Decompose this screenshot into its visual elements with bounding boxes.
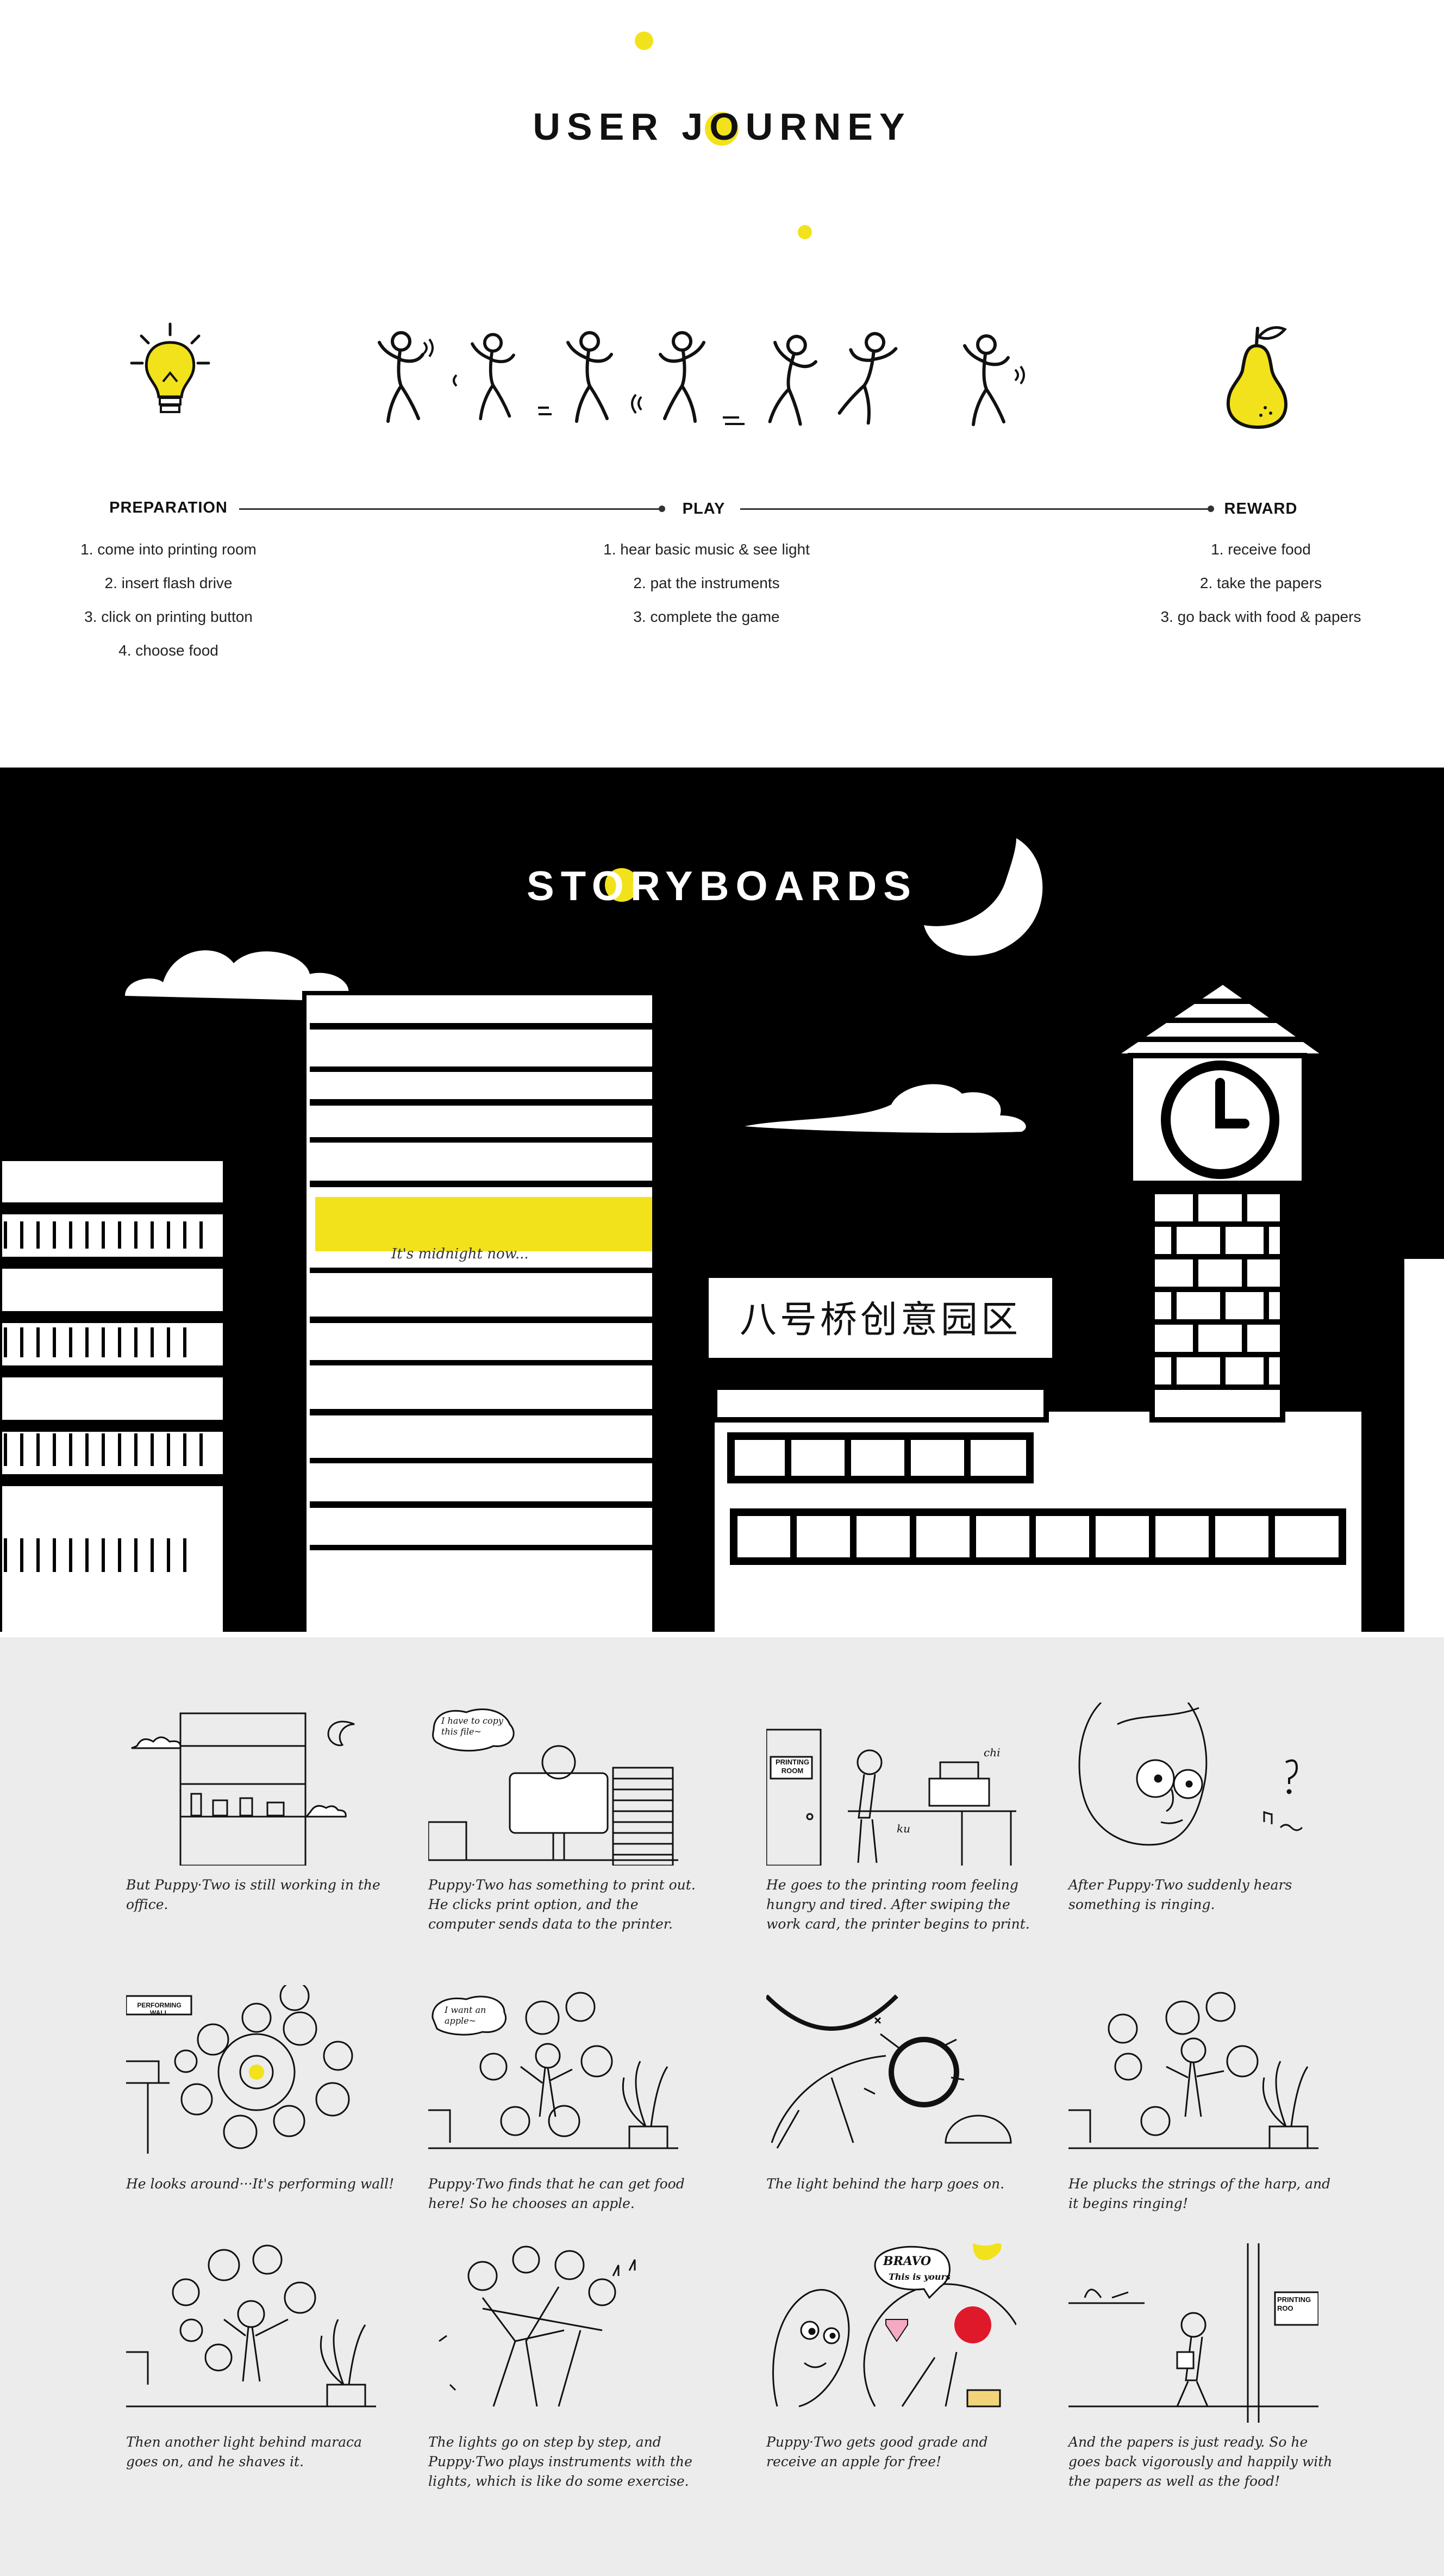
panel-illustration — [131, 1712, 355, 1866]
dancer-icon — [453, 334, 514, 419]
sound-effect: chi — [984, 1746, 1001, 1759]
prep-step: 1. come into printing room — [80, 541, 257, 558]
panel-illustration — [772, 2243, 1016, 2407]
storyboard-panel: I want an apple~ Puppy·Two finds that he… — [428, 1985, 711, 2213]
storyboard-panel: PERFORMING WALL He looks around···It's p… — [126, 1985, 409, 2194]
panel-caption: He plucks the strings of the harp, and i… — [1068, 2176, 1331, 2211]
panel-caption: And the papers is just ready. So he goes… — [1068, 2434, 1333, 2489]
sound-effect: ku — [897, 1822, 910, 1835]
lit-window — [315, 1197, 658, 1251]
timeline-line — [740, 508, 1211, 510]
storyboard-panel: I have to copy this file~ Puppy·Two has … — [428, 1702, 711, 1934]
dancer-icon — [631, 333, 704, 421]
prep-step: 2. insert flash drive — [104, 575, 233, 591]
panel-caption: He goes to the printing room feeling hun… — [766, 1877, 1030, 1932]
dancer-icon — [965, 336, 1025, 425]
door-sign: PRINTING ROOM — [775, 1758, 810, 1775]
storyboard-scene: STORYBOARDS It's midnight now... 八号桥创意园区 — [0, 768, 1444, 1637]
play-step: 2. pat the instruments — [633, 575, 780, 591]
panel-caption: After Puppy·Two suddenly hears something… — [1068, 1877, 1292, 1912]
city-skyline-illustration — [0, 838, 1444, 1637]
phase-play: PLAY — [682, 500, 726, 517]
play-step: 1. hear basic music & see light — [603, 541, 810, 558]
reward-step: 2. take the papers — [1199, 575, 1322, 591]
storyboard-panels: But Puppy·Two is still working in the of… — [0, 1637, 1444, 2576]
dancer-icon — [723, 333, 820, 427]
dancer-icon — [835, 329, 898, 426]
storyboard-panel: The light behind the harp goes on. — [766, 1985, 1049, 2194]
user-journey-section: USER JOURNEY PREPARATION PLAY REWARD 1. … — [0, 0, 1444, 768]
dancer-icon — [379, 333, 434, 421]
storyboard-panel: Then another light behind maraca goes on… — [126, 2243, 409, 2472]
panel-illustration — [1068, 1992, 1318, 2149]
panel-caption: Puppy·Two has something to print out. He… — [428, 1877, 696, 1932]
speech-bubble: BRAVO — [883, 2254, 932, 2268]
timeline-line — [239, 508, 663, 510]
accent-dot — [635, 32, 653, 50]
panel-illustration — [766, 1994, 1012, 2149]
panel-caption: Then another light behind maraca goes on… — [126, 2434, 362, 2469]
panel-caption: Puppy·Two finds that he can get food her… — [428, 2176, 685, 2211]
panel-caption: The light behind the harp goes on. — [766, 2176, 1005, 2192]
phase-reward: REWARD — [1224, 500, 1298, 517]
reward-step: 3. go back with food & papers — [1160, 608, 1361, 625]
storyboard-panel: PRINTING ROOM chi ku He goes to the prin… — [766, 1702, 1049, 1934]
play-step: 3. complete the game — [633, 608, 780, 625]
panel-caption: He looks around···It's performing wall! — [126, 2176, 395, 2192]
window-caption: It's midnight now... — [391, 1246, 529, 1262]
dancer-icon — [538, 333, 611, 421]
reward-step: 1. receive food — [1211, 541, 1311, 558]
storyboard-panel: BRAVO This is yours Puppy·Two gets good … — [766, 2243, 1049, 2472]
left-building — [0, 1148, 304, 1637]
tall-building — [302, 985, 717, 1637]
journey-title: USER JOURNEY — [533, 105, 911, 148]
panel-illustration — [439, 2246, 636, 2407]
thought-bubble: I have to copy this file~ — [441, 1716, 503, 1737]
panel-illustration — [1078, 1702, 1303, 1846]
panel-caption: But Puppy·Two is still working in the of… — [126, 1877, 380, 1912]
prep-step: 4. choose food — [118, 642, 218, 659]
panel-illustration — [766, 1729, 1016, 1866]
clock-tower — [1107, 980, 1333, 1423]
storyboard-panel: He plucks the strings of the harp, and i… — [1068, 1985, 1351, 2213]
panel-illustration — [126, 2244, 376, 2407]
storyboard-panel: After Puppy·Two suddenly hears something… — [1068, 1702, 1351, 1914]
accent-dot — [798, 225, 812, 239]
lightbulb-icon — [130, 322, 210, 413]
panel-caption: Puppy·Two gets good grade and receive an… — [766, 2434, 988, 2469]
thought-bubble: I want an apple~ — [445, 2005, 486, 2026]
storyboard-panel: But Puppy·Two is still working in the of… — [126, 1702, 409, 1914]
moon-icon — [924, 838, 1043, 956]
panel-illustration — [1068, 2243, 1318, 2423]
park-sign: 八号桥创意园区 — [739, 1299, 1021, 1342]
storyboard-panel: PRINTING ROO And the papers is just read… — [1068, 2243, 1351, 2491]
prep-step: 3. click on printing button — [84, 608, 253, 625]
panel-caption: The lights go on step by step, and Puppy… — [428, 2434, 692, 2489]
storyboard-panel: The lights go on step by step, and Puppy… — [428, 2243, 711, 2491]
phase-preparation: PREPARATION — [109, 499, 228, 516]
door-sign: PRINTING ROO — [1277, 2296, 1311, 2312]
speech-bubble: This is yours — [889, 2272, 951, 2282]
pear-icon — [1226, 326, 1288, 429]
dancer-icons — [359, 326, 1025, 429]
door-sign: PERFORMING WALL — [137, 2001, 182, 2017]
